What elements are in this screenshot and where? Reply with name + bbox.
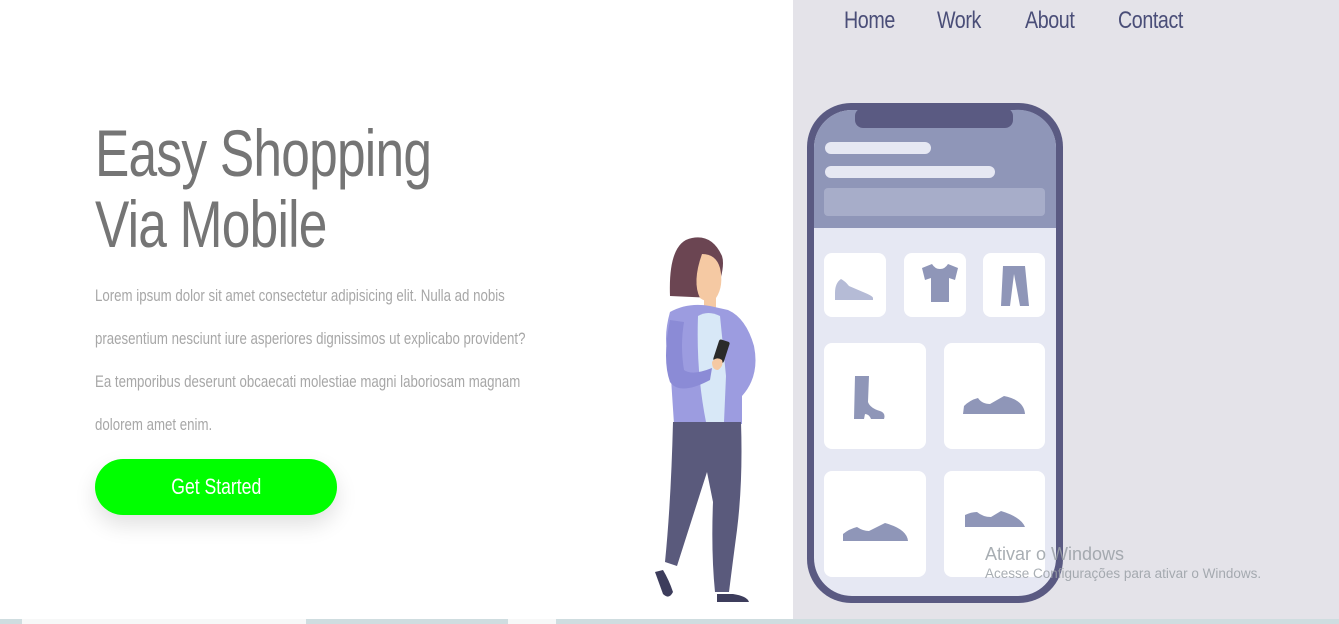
hero-title-line-1: Easy Shopping (95, 116, 432, 190)
nav-link-home[interactable]: Home (844, 4, 895, 38)
hero-description-line: Lorem ipsum dolor sit amet consectetur a… (95, 286, 505, 305)
hero-description-line: Ea temporibus deserunt obcaecati molesti… (95, 372, 521, 391)
nav-link-work[interactable]: Work (937, 4, 981, 38)
mobile-shopping-illustration (655, 103, 1063, 603)
nav-link-about[interactable]: About (1025, 4, 1075, 38)
woman-figure-illustration (655, 237, 756, 602)
hero-description: Lorem ipsum dolor sit amet consectetur a… (95, 274, 579, 446)
get-started-button[interactable]: Get Started (95, 459, 337, 515)
hero-title-line-2: Via Mobile (95, 187, 327, 261)
nav-link-contact[interactable]: Contact (1118, 4, 1183, 38)
sneaker-icon-tile (824, 253, 886, 317)
get-started-label: Get Started (170, 474, 261, 499)
landing-page: Home Work About Contact Easy Shopping Vi… (0, 0, 1339, 624)
hero-description-line: praesentium nesciunt iure asperiores dig… (95, 329, 526, 348)
taskbar-edge (0, 619, 1339, 624)
smartphone-illustration (807, 103, 1063, 603)
pants-icon-tile (983, 253, 1045, 317)
hero-description-line: dolorem amet enim. (95, 415, 213, 434)
hero-title: Easy Shopping Via Mobile (95, 116, 432, 261)
